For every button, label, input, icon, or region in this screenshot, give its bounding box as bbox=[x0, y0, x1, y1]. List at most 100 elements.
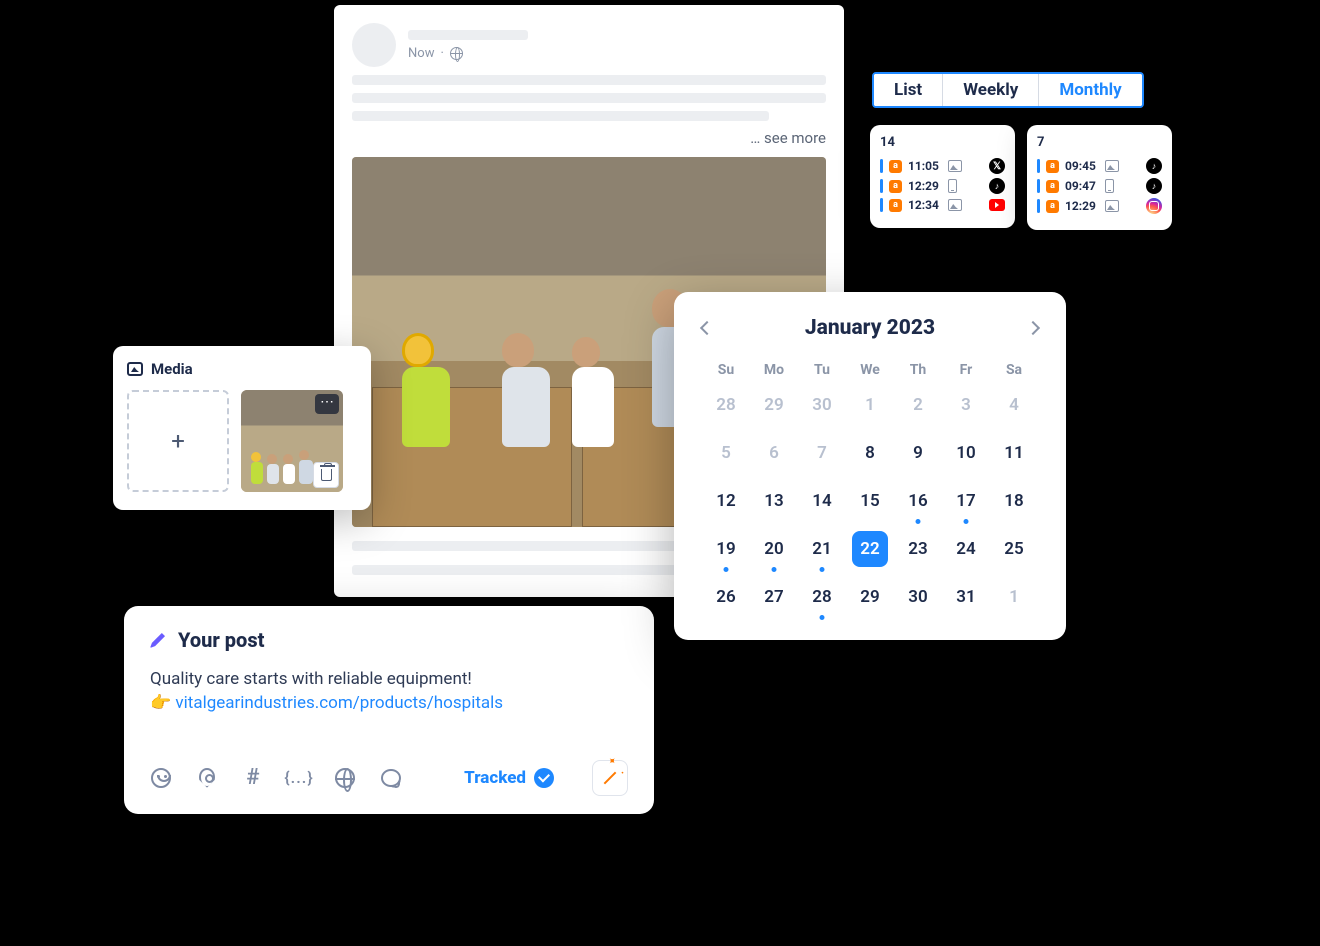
skeleton-line bbox=[352, 93, 826, 103]
post-link[interactable]: vitalgearindustries.com/products/hospita… bbox=[175, 693, 503, 713]
your-post-card: Your post Quality care starts with relia… bbox=[124, 606, 654, 814]
scheduled-post-row[interactable]: a12:34 bbox=[880, 198, 1005, 212]
scheduled-post-row[interactable]: a09:47 bbox=[1037, 178, 1162, 194]
weekday-label: Sa bbox=[990, 362, 1038, 378]
calendar-day[interactable]: 17 bbox=[942, 486, 990, 516]
calendar-day[interactable]: 21 bbox=[798, 534, 846, 564]
comment-button[interactable] bbox=[380, 767, 402, 789]
calendar-day[interactable]: 29 bbox=[750, 390, 798, 420]
calendar-day[interactable]: 11 bbox=[990, 438, 1038, 468]
calendar-day[interactable]: 2 bbox=[894, 390, 942, 420]
calendar-day[interactable]: 29 bbox=[846, 582, 894, 612]
scheduled-post-row[interactable]: a12:29 bbox=[880, 178, 1005, 194]
row-accent bbox=[880, 198, 883, 212]
post-time: 11:05 bbox=[908, 159, 942, 173]
scheduled-post-row[interactable]: a 11:05 bbox=[880, 158, 1005, 174]
weekday-label: Su bbox=[702, 362, 750, 378]
calendar-day[interactable]: 10 bbox=[942, 438, 990, 468]
calendar-next-button[interactable] bbox=[1026, 321, 1040, 335]
media-title-text: Media bbox=[151, 360, 193, 378]
calendar-day[interactable]: 30 bbox=[798, 390, 846, 420]
pin-icon bbox=[199, 768, 215, 788]
calendar-day[interactable]: 15 bbox=[846, 486, 894, 516]
weekday-label: We bbox=[846, 362, 894, 378]
calendar-weekday-row: SuMoTuWeThFrSa bbox=[702, 362, 1038, 378]
media-panel-title: Media bbox=[127, 360, 357, 378]
weekday-label: Fr bbox=[942, 362, 990, 378]
calendar-day[interactable]: 12 bbox=[702, 486, 750, 516]
tab-list[interactable]: List bbox=[874, 74, 943, 106]
post-time: 09:47 bbox=[1065, 179, 1099, 193]
event-dot bbox=[916, 519, 921, 524]
wand-icon bbox=[604, 771, 617, 784]
thumbnail-delete-button[interactable] bbox=[313, 462, 339, 488]
tiktok-icon bbox=[1146, 158, 1162, 174]
calendar-day[interactable]: 3 bbox=[942, 390, 990, 420]
location-button[interactable] bbox=[196, 767, 218, 789]
row-accent bbox=[1037, 179, 1040, 193]
calendar-day[interactable]: 1 bbox=[990, 582, 1038, 612]
calendar-day[interactable]: 6 bbox=[750, 438, 798, 468]
tracked-label: Tracked bbox=[464, 768, 526, 788]
image-icon bbox=[127, 362, 143, 376]
emoji-pointer: 👉 bbox=[150, 693, 171, 713]
calendar-day[interactable]: 4 bbox=[990, 390, 1038, 420]
post-text-line: Quality care starts with reliable equipm… bbox=[150, 669, 472, 689]
calendar-day[interactable]: 8 bbox=[846, 438, 894, 468]
add-media-button[interactable]: + bbox=[127, 390, 229, 492]
calendar-day[interactable]: 22 bbox=[852, 531, 888, 567]
x-icon bbox=[989, 158, 1005, 174]
event-dot bbox=[772, 567, 777, 572]
calendar-day[interactable]: 31 bbox=[942, 582, 990, 612]
tracked-toggle[interactable]: Tracked bbox=[464, 768, 554, 788]
row-accent bbox=[1037, 199, 1040, 213]
smile-icon bbox=[151, 768, 171, 788]
tab-weekly[interactable]: Weekly bbox=[943, 74, 1039, 106]
calendar-day[interactable]: 25 bbox=[990, 534, 1038, 564]
calendar-day[interactable]: 7 bbox=[798, 438, 846, 468]
calendar-day[interactable]: 28 bbox=[702, 390, 750, 420]
calendar-day[interactable]: 9 bbox=[894, 438, 942, 468]
calendar-day[interactable]: 27 bbox=[750, 582, 798, 612]
brand-badge: a bbox=[889, 199, 902, 212]
calendar-day[interactable]: 5 bbox=[702, 438, 750, 468]
calendar-day[interactable]: 18 bbox=[990, 486, 1038, 516]
calendar-day[interactable]: 23 bbox=[894, 534, 942, 564]
calendar-day[interactable]: 30 bbox=[894, 582, 942, 612]
calendar-day[interactable]: 1 bbox=[846, 390, 894, 420]
day-card: 14 a11:05a12:29a12:34 bbox=[870, 125, 1015, 228]
row-accent bbox=[880, 179, 883, 193]
calendar-day[interactable]: 14 bbox=[798, 486, 846, 516]
brand-badge: a bbox=[889, 160, 902, 173]
calendar-prev-button[interactable] bbox=[700, 321, 714, 335]
post-text[interactable]: Quality care starts with reliable equipm… bbox=[150, 668, 628, 716]
weekday-label: Th bbox=[894, 362, 942, 378]
emoji-picker-button[interactable] bbox=[150, 767, 172, 789]
globe-button[interactable] bbox=[334, 767, 356, 789]
brand-badge: a bbox=[1046, 160, 1059, 173]
name-skeleton bbox=[408, 30, 528, 40]
hashtag-button[interactable]: # bbox=[242, 767, 264, 789]
calendar-day[interactable]: 26 bbox=[702, 582, 750, 612]
tab-monthly[interactable]: Monthly bbox=[1039, 74, 1141, 106]
calendar-day[interactable]: 19 bbox=[702, 534, 750, 564]
skeleton-line bbox=[352, 75, 826, 85]
phone-icon bbox=[948, 179, 957, 193]
media-thumbnail[interactable]: ⋯ bbox=[241, 390, 343, 492]
calendar-day[interactable]: 20 bbox=[750, 534, 798, 564]
photo-icon bbox=[1105, 200, 1119, 212]
thumbnail-more-icon[interactable]: ⋯ bbox=[315, 394, 339, 414]
variable-button[interactable]: {...} bbox=[288, 767, 310, 789]
event-dot bbox=[820, 615, 825, 620]
post-time: 12:29 bbox=[1065, 199, 1099, 213]
scheduled-post-row[interactable]: a09:45 bbox=[1037, 158, 1162, 174]
calendar-day[interactable]: 13 bbox=[750, 486, 798, 516]
brand-badge: a bbox=[1046, 200, 1059, 213]
calendar-day[interactable]: 24 bbox=[942, 534, 990, 564]
see-more-link[interactable]: … see more bbox=[352, 129, 826, 147]
ai-wand-button[interactable] bbox=[592, 760, 628, 796]
calendar-day[interactable]: 16 bbox=[894, 486, 942, 516]
calendar-day[interactable]: 28 bbox=[798, 582, 846, 612]
scheduled-post-row[interactable]: a 12:29 bbox=[1037, 198, 1162, 214]
day-card: 7 a09:45a09:47a12:29 bbox=[1027, 125, 1172, 230]
